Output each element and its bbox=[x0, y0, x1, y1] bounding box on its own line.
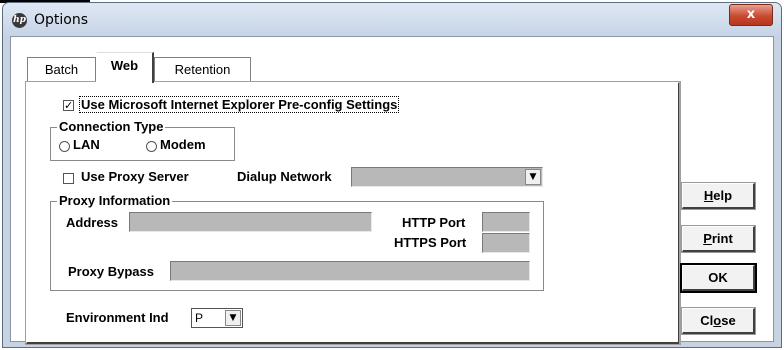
proxy-information-title: Proxy Information bbox=[57, 193, 173, 208]
proxy-bypass-label: Proxy Bypass bbox=[68, 264, 154, 279]
dialog-client-area: Batch Web Retention ✓ Use Microsoft Inte… bbox=[10, 36, 774, 345]
lan-label: LAN bbox=[73, 137, 100, 152]
proxy-bypass-field[interactable] bbox=[170, 261, 530, 281]
lan-radio[interactable] bbox=[59, 141, 70, 152]
tab-web[interactable]: Web bbox=[96, 52, 154, 83]
connection-type-title: Connection Type bbox=[57, 119, 166, 134]
ok-button[interactable]: OK bbox=[680, 263, 757, 293]
address-field[interactable] bbox=[129, 212, 372, 232]
panel-divider bbox=[679, 82, 680, 344]
environment-ind-select[interactable]: P ▼ bbox=[191, 308, 243, 328]
modem-label: Modem bbox=[160, 137, 206, 152]
help-button[interactable]: Help bbox=[681, 182, 756, 210]
use-proxy-checkbox[interactable] bbox=[63, 173, 74, 184]
close-button[interactable]: Close bbox=[681, 307, 756, 335]
title-bar: hp Options x bbox=[3, 3, 781, 37]
environment-ind-label: Environment Ind bbox=[66, 310, 169, 325]
chevron-down-icon[interactable]: ▼ bbox=[525, 169, 541, 185]
dialup-network-combo[interactable]: ▼ bbox=[351, 167, 543, 187]
close-window-button[interactable]: x bbox=[729, 4, 773, 26]
options-dialog: hp Options x Batch Web Retention ✓ Use M… bbox=[2, 2, 782, 348]
tab-retention[interactable]: Retention bbox=[154, 57, 251, 82]
ie-preconfig-label: Use Microsoft Internet Explorer Pre-conf… bbox=[79, 96, 400, 113]
address-label: Address bbox=[66, 215, 119, 230]
http-port-label: HTTP Port bbox=[402, 215, 466, 230]
http-port-field[interactable] bbox=[482, 212, 530, 232]
https-port-label: HTTPS Port bbox=[394, 235, 467, 250]
chevron-down-icon[interactable]: ▼ bbox=[225, 310, 241, 326]
print-button[interactable]: Print bbox=[681, 225, 756, 253]
hp-logo-icon: hp bbox=[12, 13, 27, 28]
window-title: Options bbox=[34, 12, 89, 28]
https-port-field[interactable] bbox=[482, 233, 530, 253]
dialup-network-label: Dialup Network bbox=[237, 169, 332, 184]
use-proxy-label: Use Proxy Server bbox=[81, 169, 189, 184]
modem-radio[interactable] bbox=[146, 141, 157, 152]
environment-ind-value: P bbox=[195, 311, 204, 325]
tab-batch[interactable]: Batch bbox=[27, 57, 96, 82]
ie-preconfig-checkbox[interactable]: ✓ bbox=[63, 100, 74, 111]
